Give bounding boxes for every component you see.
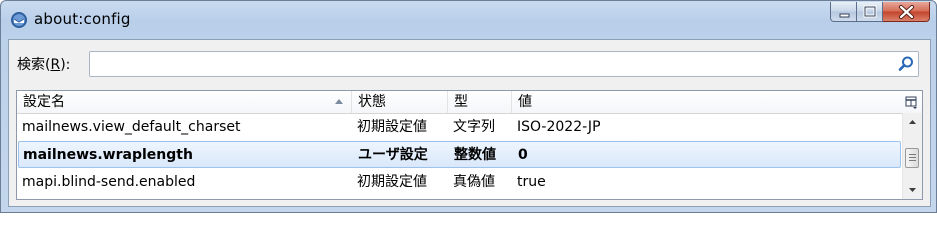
pref-status-cell: 初期設定値 — [357, 119, 427, 135]
thumb-grip-line — [909, 154, 916, 155]
thumb-grip-line — [909, 160, 916, 161]
close-button[interactable] — [883, 2, 930, 22]
thunderbird-app-icon — [11, 12, 27, 28]
pref-status-cell: ユーザ設定 — [358, 147, 428, 163]
column-picker-icon[interactable] — [900, 91, 922, 113]
thumb-grip-line — [909, 157, 916, 158]
column-header-status[interactable]: 状態 — [352, 91, 448, 113]
pref-name-cell: mailnews.wraplength — [23, 147, 193, 163]
column-header-type-label: 型 — [454, 94, 468, 110]
pref-value-cell: 0 — [518, 147, 528, 163]
search-label-prefix: 検索( — [17, 57, 51, 73]
search-label-suffix: ): — [60, 57, 71, 73]
search-input[interactable] — [94, 53, 898, 77]
client-area: 検索(R): 設定名 状態 型 値 mailnews.view_default_… — [8, 39, 931, 207]
about-config-window: about:config 検索(R): 設定名 状態 型 値 mailnews.… — [0, 0, 937, 213]
pref-value-cell: ISO-2022-JP — [517, 119, 601, 135]
window-title: about:config — [34, 10, 131, 28]
column-header-row: 設定名 状態 型 値 — [17, 91, 922, 114]
column-header-value[interactable]: 値 — [512, 91, 900, 113]
sort-ascending-icon — [335, 99, 343, 104]
scrollbar-thumb[interactable] — [905, 148, 919, 168]
search-field[interactable] — [89, 51, 919, 77]
table-row-selected[interactable]: mailnews.wraplength ユーザ設定 整数値 0 — [18, 141, 901, 168]
pref-type-cell: 整数値 — [454, 147, 496, 163]
table-row[interactable]: mailnews.view_default_charset 初期設定値 文字列 … — [17, 114, 901, 141]
pref-type-cell: 真偽値 — [453, 174, 495, 190]
title-bar[interactable]: about:config — [1, 1, 936, 39]
search-label-accelerator: R — [50, 57, 61, 73]
maximize-icon — [863, 5, 877, 18]
vertical-scrollbar[interactable] — [902, 113, 922, 199]
scroll-down-arrow-icon[interactable] — [903, 182, 922, 199]
column-header-type[interactable]: 型 — [448, 91, 512, 113]
pref-value-cell: true — [517, 174, 546, 190]
column-header-name[interactable]: 設定名 — [17, 91, 352, 113]
scroll-up-arrow-icon[interactable] — [903, 113, 922, 130]
column-header-name-label: 設定名 — [23, 94, 65, 110]
pref-type-cell: 文字列 — [453, 119, 495, 135]
pref-name-cell: mapi.blind-send.enabled — [22, 174, 196, 190]
minimize-icon — [839, 13, 850, 18]
column-header-status-label: 状態 — [358, 94, 386, 110]
caption-buttons — [830, 2, 930, 22]
search-icon[interactable] — [897, 55, 915, 73]
maximize-button[interactable] — [857, 2, 883, 22]
search-label: 検索(R): — [17, 54, 70, 74]
column-header-value-label: 値 — [518, 94, 532, 110]
table-row[interactable]: mapi.blind-send.enabled 初期設定値 真偽値 true — [17, 169, 901, 196]
minimize-button[interactable] — [830, 2, 857, 22]
preferences-tree[interactable]: 設定名 状態 型 値 mailnews.view_default_charset… — [16, 90, 923, 200]
close-icon — [899, 5, 914, 19]
pref-name-cell: mailnews.view_default_charset — [22, 119, 241, 135]
pref-status-cell: 初期設定値 — [357, 174, 427, 190]
